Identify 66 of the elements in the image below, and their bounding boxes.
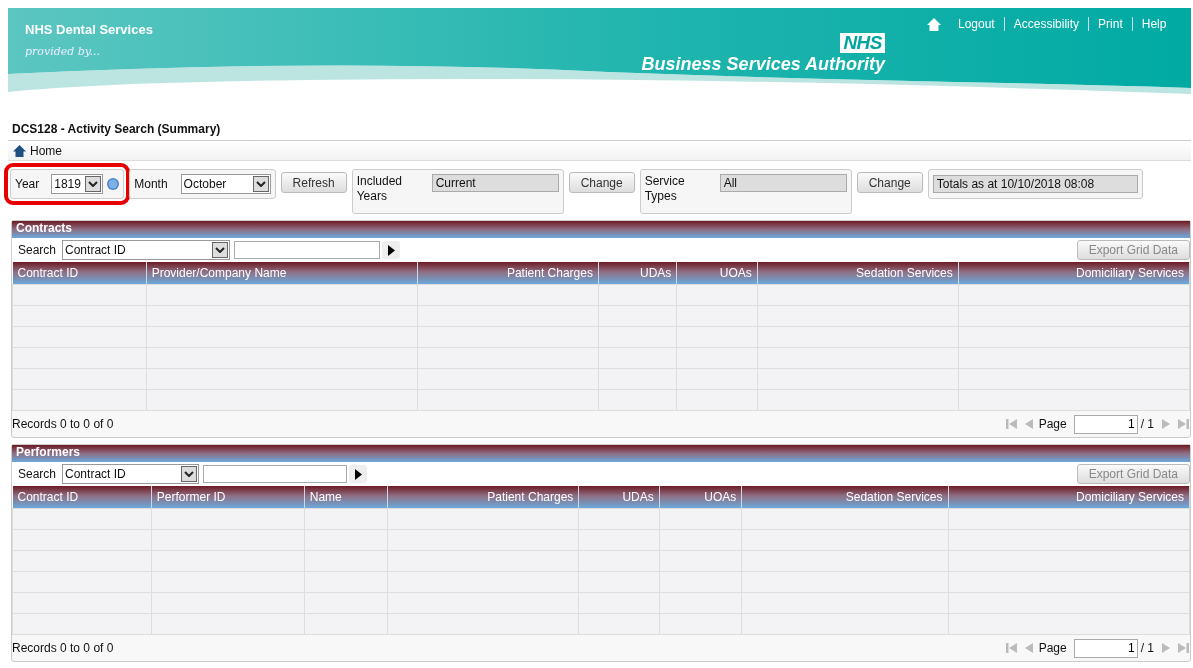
page-field[interactable]: 1 [1073,414,1138,434]
header-link[interactable]: Accessibility [1013,17,1080,31]
play-icon [387,244,395,256]
column-header[interactable]: UOAs [676,262,758,285]
first-page-icon [1004,417,1019,431]
home-icon [13,144,26,157]
first-page-icon [1004,641,1019,655]
search-field[interactable] [203,465,348,483]
column-header[interactable]: UDAs [598,262,677,285]
go-button[interactable] [349,465,368,483]
page-label: Page [1038,641,1067,655]
page-count: / 1 [1140,641,1154,655]
play-icon [354,468,362,480]
header-link[interactable]: Logout [958,17,995,31]
field-label: Month [134,177,168,191]
help-icon [107,178,120,190]
readonly-field: All [719,174,847,192]
column-header[interactable]: Performer ID [151,486,305,509]
page-label: Page [1038,417,1067,431]
organisation-name: Business Services Authority [641,54,885,75]
column-header[interactable]: Contract ID [12,486,152,509]
search-by-dropdown[interactable]: Contract ID [62,240,231,260]
column-header[interactable]: Patient Charges [417,262,599,285]
logo: NHS [840,33,885,53]
page-field[interactable]: 1 [1073,638,1138,658]
column-header[interactable]: UDAs [578,486,660,509]
column-header[interactable]: Sedation Services [741,486,948,509]
field-label: Service Types [644,174,686,204]
change-button[interactable]: Change [856,172,923,193]
totals-field: Totals as at 10/10/2018 08:08 [932,175,1138,193]
records-count: Records 0 to 0 of 0 [12,417,114,431]
column-header[interactable]: Patient Charges [387,486,579,509]
change-button[interactable]: Change [568,172,635,193]
field-label: Year [15,177,40,191]
readonly-field: Current [431,174,559,192]
search-field[interactable] [234,241,381,259]
breadcrumb-link[interactable]: Home [13,143,62,158]
month-dropdown[interactable]: October [180,174,271,194]
column-header[interactable]: Domiciliary Services [958,262,1190,285]
panel-title: Contracts [12,221,1190,238]
header-link[interactable]: Help [1141,17,1167,31]
refresh-button[interactable]: Refresh [280,172,347,193]
column-header[interactable]: Name [304,486,388,509]
last-page-icon [1176,417,1190,431]
search-by-dropdown[interactable]: Contract ID [62,464,200,484]
year-dropdown[interactable]: 1819 [51,174,104,194]
column-header[interactable]: UOAs [659,486,742,509]
column-header[interactable]: Provider/Company Name [146,262,418,285]
page-count: / 1 [1140,417,1154,431]
export-button[interactable]: Export Grid Data [1076,240,1190,260]
service-name: NHS Dental Services [25,22,154,37]
header-link[interactable]: Print [1098,17,1123,31]
export-button[interactable]: Export Grid Data [1076,464,1190,484]
tagline: provided by... [25,45,102,58]
panel-title: Performers [12,445,1190,462]
column-header[interactable]: Sedation Services [757,262,959,285]
page-title: DCS128 - Activity Search (Summary) [12,122,222,136]
column-header[interactable]: Domiciliary Services [948,486,1190,509]
go-button[interactable] [382,241,401,259]
home-icon [927,17,941,31]
search-label: Search [18,243,57,257]
column-header[interactable]: Contract ID [12,262,147,285]
search-label: Search [18,467,57,481]
field-label: Included Years [356,174,403,204]
records-count: Records 0 to 0 of 0 [12,641,114,655]
last-page-icon [1176,641,1190,655]
